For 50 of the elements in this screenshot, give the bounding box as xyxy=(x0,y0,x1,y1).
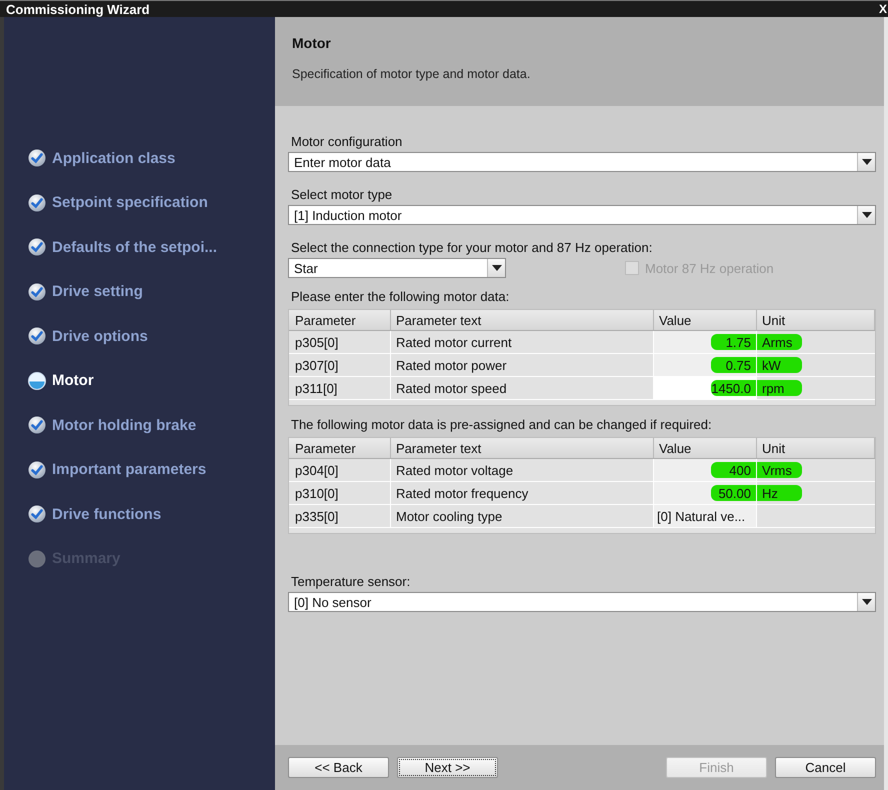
step-label[interactable]: Drive functions xyxy=(52,506,162,523)
column-header[interactable]: Parameter text xyxy=(391,438,654,458)
column-header[interactable]: Unit xyxy=(757,438,875,458)
column-header[interactable]: Parameter xyxy=(289,310,391,330)
table-cell: p311[0] xyxy=(289,377,391,399)
table-cell: kW xyxy=(757,354,875,376)
field-label: Select the connection type for your motor and 87 Hz operation: xyxy=(290,240,652,256)
table-caption: Please enter the following motor data: xyxy=(290,289,510,305)
step-label[interactable]: Setpoint specification xyxy=(52,194,208,212)
page-subtitle: Specification of motor type and motor data. xyxy=(292,67,532,81)
step-label[interactable]: Defaults of the setpoi... xyxy=(52,238,218,256)
page-title: Motor xyxy=(292,35,332,51)
value-cell[interactable]: 400 xyxy=(654,459,757,481)
field-label: Select motor type xyxy=(290,187,392,203)
wizard-button[interactable]: Cancel xyxy=(775,757,876,778)
table-cell: Vrms xyxy=(757,459,875,481)
value-cell[interactable]: 1.75 xyxy=(654,331,757,353)
step-label[interactable]: Drive options xyxy=(52,328,148,345)
field-label: Motor configuration xyxy=(290,134,402,150)
value-cell[interactable]: 0.75 xyxy=(654,354,757,376)
column-header[interactable]: Value xyxy=(654,310,757,330)
step-label[interactable]: Motor xyxy=(52,372,94,390)
window-title: Commissioning Wizard xyxy=(5,2,150,16)
column-header[interactable]: Unit xyxy=(757,310,875,330)
table-cell: p310[0] xyxy=(289,482,391,504)
table-cell: p305[0] xyxy=(289,331,391,353)
value-cell[interactable]: 1450.0 xyxy=(654,377,757,399)
table-cell: Arms xyxy=(757,331,875,353)
temperature-sensor-dropdown[interactable]: [0] No sensor xyxy=(288,592,876,612)
wizard-button[interactable]: Next >> xyxy=(397,757,498,778)
table-cell: p335[0] xyxy=(289,505,391,527)
table-caption: The following motor data is pre-assigned and can be changed if required: xyxy=(290,417,712,433)
step-label[interactable]: Motor holding brake xyxy=(52,416,196,434)
value-cell[interactable]: [0] Natural ve... xyxy=(654,505,757,527)
column-header[interactable]: Parameter text xyxy=(391,310,654,330)
value-cell[interactable]: 50.00 xyxy=(654,482,757,504)
table-cell: Hz xyxy=(757,482,875,504)
table-cell: p304[0] xyxy=(289,459,391,481)
step-label[interactable]: Drive setting xyxy=(52,283,143,300)
step-label[interactable]: Application class xyxy=(52,150,176,167)
table-cell: p307[0] xyxy=(289,354,391,376)
column-header[interactable]: Parameter xyxy=(289,438,391,458)
table-cell: rpm xyxy=(757,377,875,399)
field-label: Temperature sensor: xyxy=(290,574,410,590)
column-header[interactable]: Value xyxy=(654,438,757,458)
motor-configuration-dropdown[interactable]: Enter motor data xyxy=(288,152,876,172)
wizard-button[interactable]: << Back xyxy=(288,757,389,778)
motor-type-dropdown[interactable]: [1] Induction motor xyxy=(288,205,876,225)
connection-type-dropdown[interactable]: Star xyxy=(288,258,506,278)
step-label[interactable]: Important parameters xyxy=(52,461,206,478)
